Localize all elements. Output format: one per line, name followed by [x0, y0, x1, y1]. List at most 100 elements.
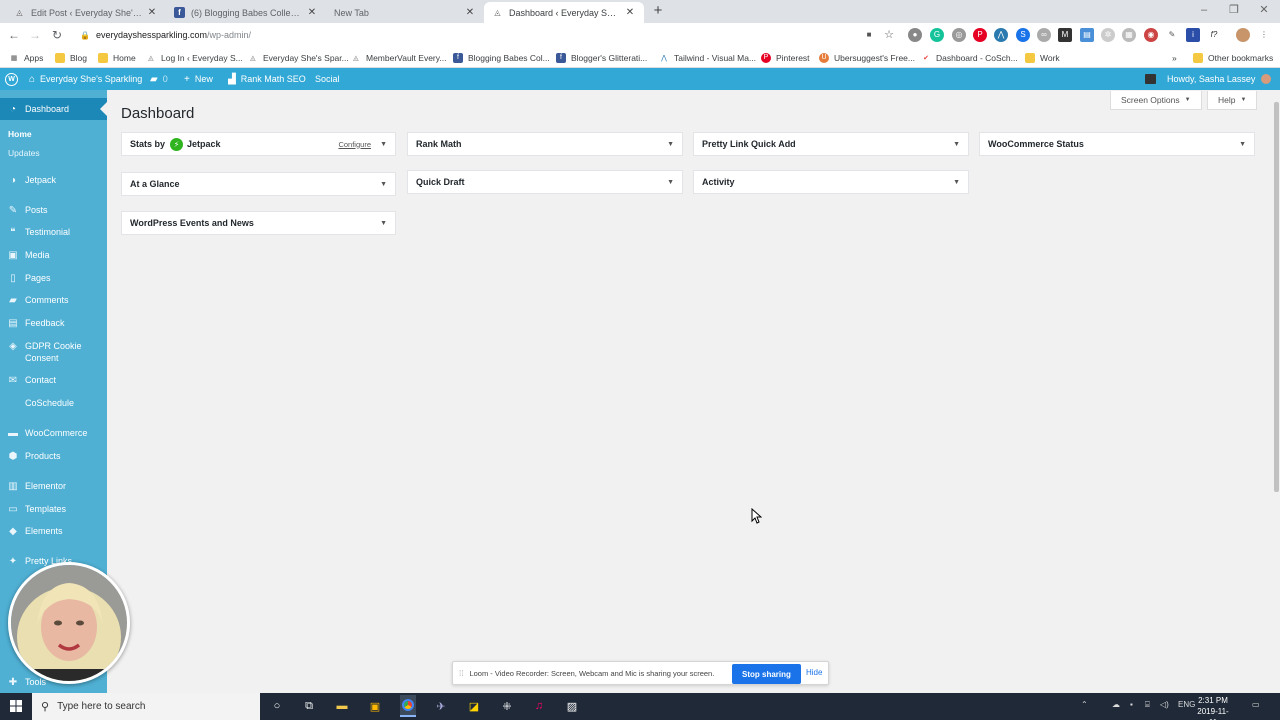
extension-icon[interactable]: f? [1207, 28, 1221, 42]
sidebar-item-elements[interactable]: ◆ Elements [0, 525, 107, 543]
onedrive-icon[interactable]: ☁ [1112, 700, 1120, 709]
bookmark-everyday[interactable]: ◬ Everyday She's Spar... [248, 50, 348, 65]
app-icon[interactable]: ✈ [433, 698, 449, 714]
itunes-icon[interactable]: ♫ [531, 698, 547, 714]
sidebar-subitem-home[interactable]: Home [8, 129, 32, 139]
bookmark-apps[interactable]: ▦ Apps [9, 50, 44, 65]
browser-tab-new-tab[interactable]: New Tab ✕ [326, 2, 484, 23]
language-indicator[interactable]: ENG [1178, 700, 1195, 709]
photos-icon[interactable]: ▨ [564, 698, 580, 714]
toggle-panel-icon[interactable]: ▼ [380, 181, 387, 188]
sticky-notes-icon[interactable]: ◪ [466, 698, 482, 714]
sidebar-item-dashboard[interactable]: ◔ Dashboard [0, 98, 107, 120]
sidebar-item-testimonial[interactable]: ❝ Testimonial [0, 226, 107, 244]
browser-tab-edit-post[interactable]: ◬ Edit Post ‹ Everyday She's Sparkling ✕ [6, 2, 166, 23]
admin-bar-rank-math[interactable]: ▟ Rank Math SEO [228, 68, 306, 90]
menu-icon[interactable]: ⋮ [1257, 28, 1271, 42]
camera-icon[interactable]: ■ [862, 28, 876, 42]
extension-icon[interactable]: ◉ [1144, 28, 1158, 42]
toggle-panel-icon[interactable]: ▼ [667, 141, 674, 148]
reload-icon[interactable]: ↻ [48, 26, 66, 44]
bookmark-blog[interactable]: Blog [55, 50, 87, 65]
profile-avatar-icon[interactable] [1236, 28, 1250, 42]
sidebar-item-media[interactable]: ▣ Media [0, 249, 107, 267]
close-tab-icon[interactable]: ✕ [624, 7, 636, 18]
extension-icon[interactable]: ● [908, 28, 922, 42]
sidebar-item-coschedule[interactable]: CoSchedule [0, 397, 107, 415]
toggle-panel-icon[interactable]: ▼ [953, 179, 960, 186]
screen-options-button[interactable]: Screen Options ▼ [1110, 91, 1202, 110]
tailwind-icon[interactable]: ⋀ [994, 28, 1008, 42]
browser-tab-dashboard[interactable]: ◬ Dashboard ‹ Everyday She's Sparkling ✕ [484, 2, 644, 23]
toggle-panel-icon[interactable]: ▼ [380, 141, 387, 148]
sidebar-item-posts[interactable]: ✎ Posts [0, 204, 107, 222]
sidebar-item-contact[interactable]: ✉ Contact [0, 374, 107, 392]
admin-bar-account[interactable]: Howdy, Sasha Lassey [1167, 68, 1272, 90]
close-window-icon[interactable]: ✕ [1248, 0, 1280, 23]
scrollbar-thumb[interactable] [1274, 102, 1279, 492]
admin-bar-comments[interactable]: ▰ 0 [150, 68, 168, 90]
extension-icon[interactable]: ▤ [1080, 28, 1094, 42]
network-icon[interactable]: ⌸ [1145, 700, 1150, 710]
back-icon[interactable]: ← [5, 26, 23, 44]
toggle-panel-icon[interactable]: ▼ [953, 141, 960, 148]
action-center-icon[interactable]: ▭ [1252, 700, 1260, 709]
stop-sharing-button[interactable]: Stop sharing [732, 664, 801, 684]
new-tab-icon[interactable]: + [650, 3, 666, 19]
sidebar-item-comments[interactable]: ▰ Comments [0, 294, 107, 312]
sidebar-item-woocommerce[interactable]: ▬ WooCommerce [0, 427, 107, 445]
restore-icon[interactable]: ❐ [1218, 0, 1250, 23]
bookmark-pinterest[interactable]: P Pinterest [761, 50, 810, 65]
taskbar-clock[interactable]: 2:31 PM 2019-11-11 [1196, 695, 1230, 720]
bookmark-coschedule[interactable]: ✔ Dashboard - CoSch... [921, 50, 1018, 65]
close-tab-icon[interactable]: ✕ [146, 7, 158, 18]
chrome-icon[interactable] [400, 695, 416, 717]
link-icon[interactable]: ∞ [1037, 28, 1051, 42]
extension-icon[interactable]: ✲ [1101, 28, 1115, 42]
windows-start-icon[interactable] [8, 698, 24, 714]
extension-icon[interactable]: ◎ [952, 28, 966, 42]
extension-icon[interactable]: i [1186, 28, 1200, 42]
pinterest-icon[interactable]: P [973, 28, 987, 42]
help-button[interactable]: Help ▼ [1207, 91, 1258, 110]
extension-icon[interactable]: ▦ [1122, 28, 1136, 42]
extension-icon[interactable]: S [1016, 28, 1030, 42]
sidebar-subitem-updates[interactable]: Updates [8, 148, 40, 158]
admin-bar-notifications[interactable] [1145, 68, 1156, 90]
sidebar-item-elementor[interactable]: ▥ Elementor [0, 480, 107, 498]
wordpress-logo-icon[interactable]: W [5, 68, 18, 90]
toggle-panel-icon[interactable]: ▼ [1239, 141, 1246, 148]
minimize-icon[interactable]: – [1188, 0, 1220, 23]
webcam-bubble[interactable] [8, 562, 130, 684]
admin-bar-new[interactable]: + New [184, 68, 213, 90]
eyedropper-icon[interactable]: ✎ [1165, 28, 1179, 42]
taskbar-search-box[interactable]: ⚲ Type here to search [32, 693, 260, 720]
toggle-panel-icon[interactable]: ▼ [667, 179, 674, 186]
close-tab-icon[interactable]: ✕ [306, 7, 318, 18]
bookmark-other[interactable]: Other bookmarks [1193, 50, 1273, 65]
bookmark-home[interactable]: Home [98, 50, 136, 65]
browser-tab-blogging-babes[interactable]: f (6) Blogging Babes Collective ✕ [166, 2, 326, 23]
bookmarks-overflow-icon[interactable]: » [1172, 50, 1177, 65]
bookmark-blogging-babes[interactable]: f Blogging Babes Col... [453, 50, 550, 65]
sidebar-item-pages[interactable]: ▯ Pages [0, 272, 107, 290]
tray-overflow-icon[interactable]: ⌃ [1081, 700, 1088, 709]
tray-icon[interactable]: ▪ [1130, 700, 1133, 709]
bookmark-membervault[interactable]: ◬ MemberVault Every... [351, 50, 446, 65]
bookmark-ubersuggest[interactable]: U Ubersuggest's Free... [819, 50, 915, 65]
grammarly-icon[interactable]: G [930, 28, 944, 42]
extension-icon[interactable]: M [1058, 28, 1072, 42]
hide-button[interactable]: Hide [806, 668, 822, 677]
admin-bar-social[interactable]: Social [315, 68, 340, 90]
cortana-icon[interactable]: ○ [269, 698, 285, 714]
page-scrollbar[interactable] [1273, 90, 1280, 693]
task-view-icon[interactable]: ⧉ [301, 698, 317, 714]
admin-bar-site-name[interactable]: ⌂ Everyday She's Sparkling [29, 68, 142, 90]
app-icon[interactable]: ⁜ [499, 698, 515, 714]
drag-handle-icon[interactable]: ⁞⁞ [459, 669, 463, 678]
configure-link[interactable]: Configure [338, 140, 371, 149]
toggle-panel-icon[interactable]: ▼ [380, 220, 387, 227]
file-explorer-icon[interactable]: ▬ [334, 698, 350, 714]
star-icon[interactable]: ☆ [882, 28, 896, 42]
forward-icon[interactable]: → [26, 26, 44, 44]
